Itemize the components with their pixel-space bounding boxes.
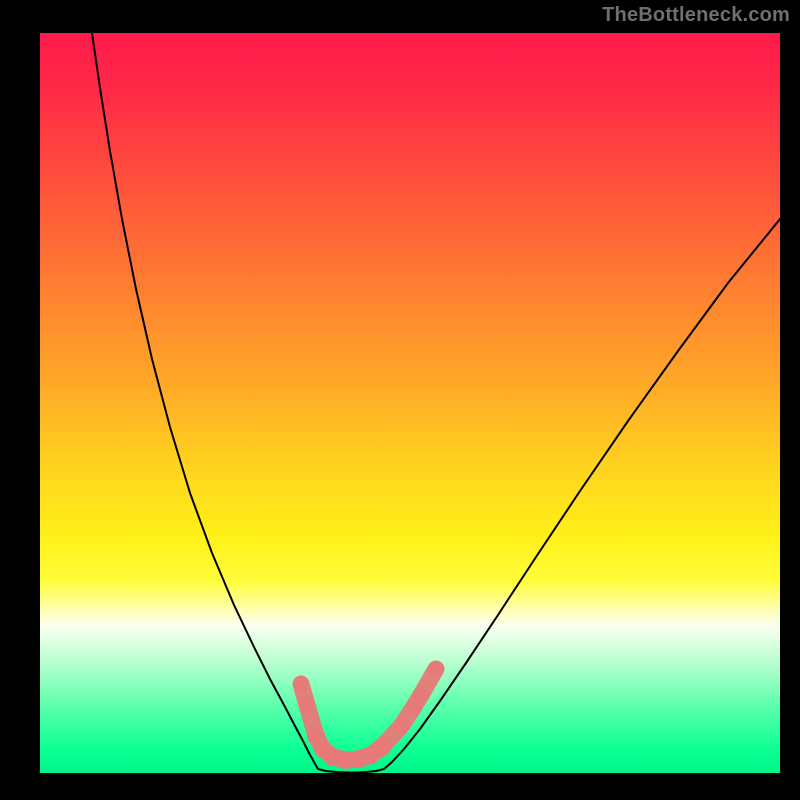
marker-dot [428, 661, 444, 677]
marker-dot [293, 676, 309, 692]
marker-dot [394, 717, 410, 733]
marker-dot [413, 687, 429, 703]
chart-frame: TheBottleneck.com [0, 0, 800, 800]
plot-area [40, 33, 780, 773]
curve-layer [40, 33, 780, 773]
marker-dot [373, 738, 391, 756]
marker-dot [299, 697, 315, 713]
watermark-text: TheBottleneck.com [602, 4, 790, 27]
